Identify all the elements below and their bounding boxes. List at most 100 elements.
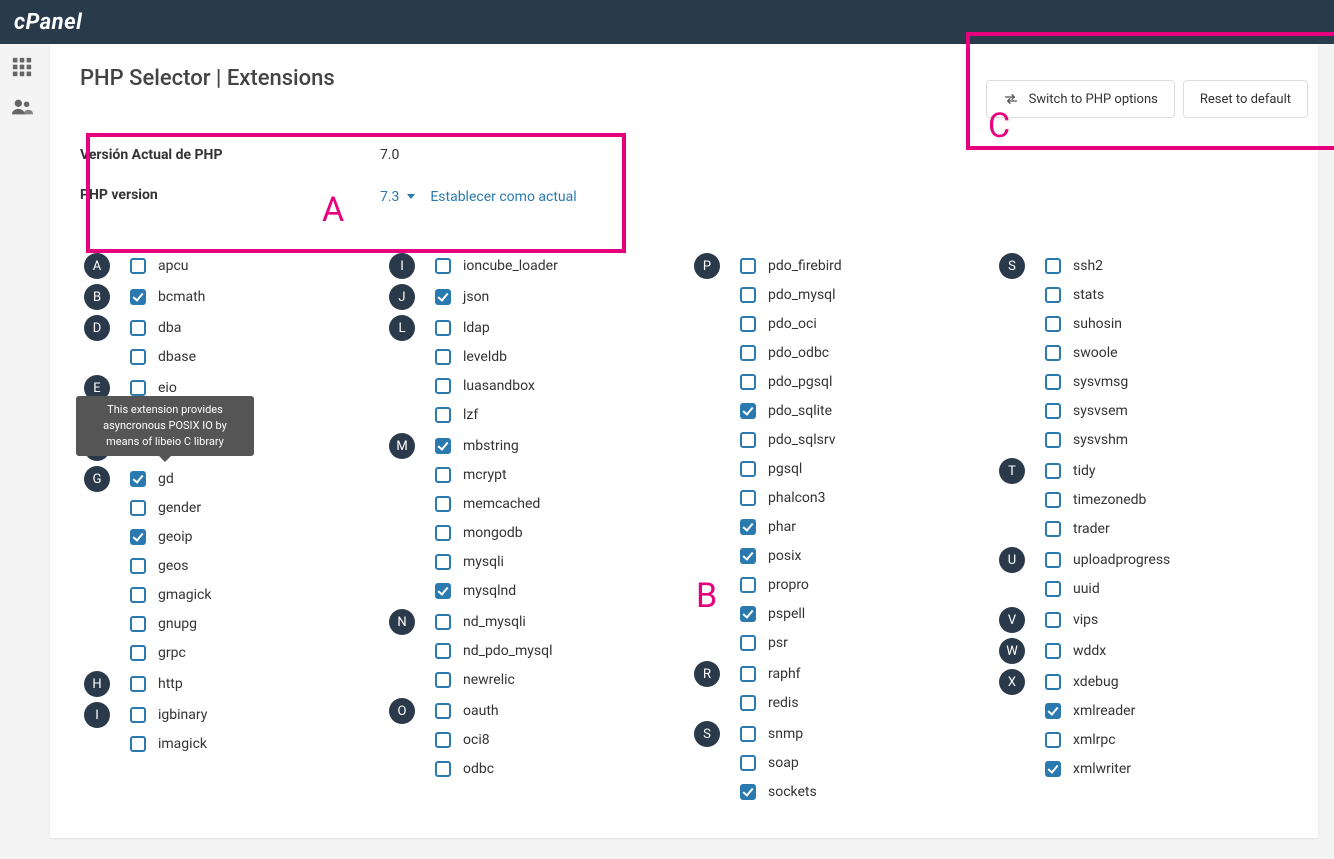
extension-checkbox-nd_mysqli[interactable] <box>435 614 451 630</box>
extension-posix: posix <box>740 541 979 570</box>
extension-checkbox-pgsql[interactable] <box>740 461 756 477</box>
extension-checkbox-pdo_firebird[interactable] <box>740 258 756 274</box>
extension-checkbox-geoip[interactable] <box>130 529 146 545</box>
extension-checkbox-json[interactable] <box>435 289 451 305</box>
extension-checkbox-posix[interactable] <box>740 548 756 564</box>
extension-checkbox-uuid[interactable] <box>1045 581 1061 597</box>
extension-checkbox-redis[interactable] <box>740 695 756 711</box>
extension-checkbox-bcmath[interactable] <box>130 289 146 305</box>
extension-pgsql: pgsql <box>740 454 979 483</box>
extension-checkbox-oci8[interactable] <box>435 732 451 748</box>
extension-pdo_mysql: pdo_mysql <box>740 280 979 309</box>
extension-checkbox-xmlrpc[interactable] <box>1045 732 1061 748</box>
extension-checkbox-xdebug[interactable] <box>1045 674 1061 690</box>
group-letter: R <box>694 661 720 687</box>
extension-label: oauth <box>463 703 499 719</box>
extension-xmlrpc: xmlrpc <box>1045 725 1284 754</box>
extension-checkbox-sockets[interactable] <box>740 784 756 800</box>
extension-checkbox-apcu[interactable] <box>130 258 146 274</box>
extension-checkbox-lzf[interactable] <box>435 407 451 423</box>
extension-group-i: Iigbinaryimagick <box>84 700 369 758</box>
extension-checkbox-phalcon3[interactable] <box>740 490 756 506</box>
extension-label: imagick <box>158 736 207 752</box>
users-icon[interactable] <box>11 96 33 118</box>
extension-checkbox-soap[interactable] <box>740 755 756 771</box>
extension-checkbox-dba[interactable] <box>130 320 146 336</box>
extension-checkbox-suhosin[interactable] <box>1045 316 1061 332</box>
extension-checkbox-mongodb[interactable] <box>435 525 451 541</box>
extension-checkbox-vips[interactable] <box>1045 612 1061 628</box>
extension-checkbox-odbc[interactable] <box>435 761 451 777</box>
extension-checkbox-swoole[interactable] <box>1045 345 1061 361</box>
group-letter: I <box>389 253 415 279</box>
extension-checkbox-sysvsem[interactable] <box>1045 403 1061 419</box>
extension-checkbox-uploadprogress[interactable] <box>1045 552 1061 568</box>
extension-label: psr <box>768 635 788 651</box>
extension-checkbox-mysqli[interactable] <box>435 554 451 570</box>
extension-checkbox-leveldb[interactable] <box>435 349 451 365</box>
extension-checkbox-pdo_odbc[interactable] <box>740 345 756 361</box>
php-version-dropdown[interactable]: 7.3 <box>380 189 418 205</box>
extension-label: mysqlnd <box>463 583 516 599</box>
extension-checkbox-gnupg[interactable] <box>130 616 146 632</box>
extension-checkbox-mysqlnd[interactable] <box>435 583 451 599</box>
extension-checkbox-phar[interactable] <box>740 519 756 535</box>
extension-checkbox-pdo_mysql[interactable] <box>740 287 756 303</box>
extension-checkbox-pdo_oci[interactable] <box>740 316 756 332</box>
extension-checkbox-ldap[interactable] <box>435 320 451 336</box>
extension-checkbox-mcrypt[interactable] <box>435 467 451 483</box>
extension-checkbox-dbase[interactable] <box>130 349 146 365</box>
extension-checkbox-gmagick[interactable] <box>130 587 146 603</box>
extension-checkbox-imagick[interactable] <box>130 736 146 752</box>
extension-checkbox-xmlreader[interactable] <box>1045 703 1061 719</box>
extension-checkbox-gd[interactable] <box>130 471 146 487</box>
extension-checkbox-ssh2[interactable] <box>1045 258 1061 274</box>
extension-checkbox-stats[interactable] <box>1045 287 1061 303</box>
extension-checkbox-newrelic[interactable] <box>435 672 451 688</box>
extension-checkbox-pdo_sqlsrv[interactable] <box>740 432 756 448</box>
extension-checkbox-ioncube_loader[interactable] <box>435 258 451 274</box>
extension-checkbox-memcached[interactable] <box>435 496 451 512</box>
extension-checkbox-propro[interactable] <box>740 577 756 593</box>
extension-label: igbinary <box>158 707 207 723</box>
extension-label: newrelic <box>463 672 515 688</box>
extension-checkbox-pspell[interactable] <box>740 606 756 622</box>
extension-checkbox-igbinary[interactable] <box>130 707 146 723</box>
extension-checkbox-sysvshm[interactable] <box>1045 432 1061 448</box>
extension-checkbox-pdo_pgsql[interactable] <box>740 374 756 390</box>
extension-checkbox-oauth[interactable] <box>435 703 451 719</box>
extension-label: sysvshm <box>1073 432 1128 448</box>
extension-checkbox-grpc[interactable] <box>130 645 146 661</box>
switch-to-php-options-button[interactable]: Switch to PHP options <box>986 80 1175 118</box>
extension-checkbox-gender[interactable] <box>130 500 146 516</box>
extension-checkbox-sysvmsg[interactable] <box>1045 374 1061 390</box>
reset-to-default-button[interactable]: Reset to default <box>1183 80 1308 118</box>
set-as-current-link[interactable]: Establecer como actual <box>430 189 576 205</box>
extension-checkbox-trader[interactable] <box>1045 521 1061 537</box>
extension-label: mysqli <box>463 554 504 570</box>
extension-label: pdo_oci <box>768 316 817 332</box>
extension-checkbox-pdo_sqlite[interactable] <box>740 403 756 419</box>
extension-checkbox-luasandbox[interactable] <box>435 378 451 394</box>
extension-checkbox-snmp[interactable] <box>740 726 756 742</box>
extension-checkbox-psr[interactable] <box>740 635 756 651</box>
extension-checkbox-tidy[interactable] <box>1045 463 1061 479</box>
extension-checkbox-eio[interactable] <box>130 380 146 396</box>
extension-checkbox-geos[interactable] <box>130 558 146 574</box>
extension-swoole: swoole <box>1045 338 1284 367</box>
extension-mysqlnd: mysqlnd <box>435 576 674 605</box>
apps-icon[interactable] <box>11 56 33 78</box>
extension-checkbox-timezonedb[interactable] <box>1045 492 1061 508</box>
extension-checkbox-http[interactable] <box>130 676 146 692</box>
extension-label: posix <box>768 548 801 564</box>
extension-checkbox-mbstring[interactable] <box>435 438 451 454</box>
extension-json: json <box>435 282 674 311</box>
extension-checkbox-xmlwriter[interactable] <box>1045 761 1061 777</box>
group-letter: P <box>694 253 720 279</box>
extension-vips: vips <box>1045 605 1284 634</box>
extension-checkbox-wddx[interactable] <box>1045 643 1061 659</box>
extension-label: snmp <box>768 726 803 742</box>
extension-suhosin: suhosin <box>1045 309 1284 338</box>
extension-checkbox-nd_pdo_mysql[interactable] <box>435 643 451 659</box>
extension-checkbox-raphf[interactable] <box>740 666 756 682</box>
